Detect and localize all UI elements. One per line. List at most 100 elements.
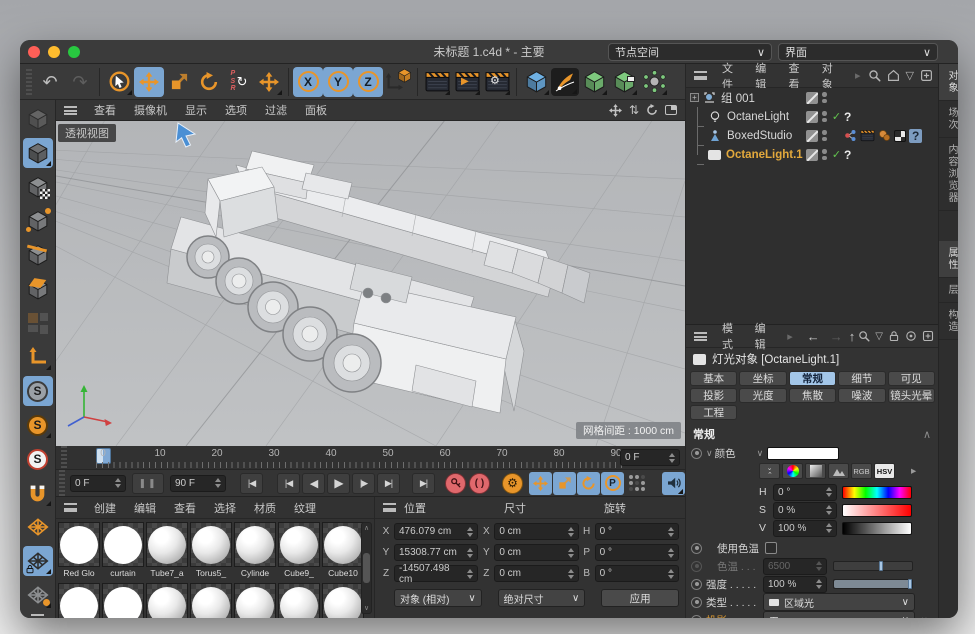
object-row-group[interactable]: + 组 001 <box>686 88 939 107</box>
rotation-h-field[interactable]: 0 ° <box>595 523 679 540</box>
material-scrollbar[interactable]: ∧∨ <box>361 522 372 614</box>
last-tool-move[interactable] <box>254 67 284 97</box>
side-tab-content-browser[interactable]: 内容浏览器 <box>939 138 958 211</box>
home-icon[interactable] <box>887 69 900 82</box>
scroll-up-icon[interactable]: ∧ <box>364 524 369 532</box>
render-to-picture-viewer-button[interactable]: ▶ <box>452 67 482 97</box>
size-y-field[interactable]: 0 cm <box>494 544 578 561</box>
parent-up-icon[interactable]: ↑ <box>846 329 859 344</box>
key-pla-toggle[interactable] <box>625 472 648 495</box>
search-icon[interactable] <box>858 330 870 342</box>
move-tool[interactable] <box>134 67 164 97</box>
tab-caustics[interactable]: 焦散 <box>789 388 836 403</box>
z-axis-lock-button[interactable]: Z <box>353 67 383 97</box>
keying-settings-button[interactable]: ⚙ <box>502 473 523 494</box>
om-menu-edit[interactable]: 编辑 <box>748 60 781 92</box>
y-axis-lock-button[interactable]: Y <box>323 67 353 97</box>
position-y-field[interactable]: 15308.77 cm <box>394 544 478 561</box>
layer-toggle-icon[interactable] <box>806 92 818 104</box>
enabled-check-icon[interactable]: ✓ <box>831 148 843 161</box>
spectrum-button[interactable] <box>805 463 826 479</box>
material-menu-texture[interactable]: 纹理 <box>285 500 325 516</box>
enabled-check-icon[interactable]: ✓ <box>831 110 843 123</box>
lock-icon[interactable] <box>888 330 900 342</box>
coordinate-mode-dropdown[interactable]: 对象 (相对)∨ <box>394 589 482 607</box>
color-wheel-button[interactable] <box>782 463 803 479</box>
sound-toggle[interactable] <box>662 472 685 495</box>
stepper-icon[interactable] <box>669 453 675 463</box>
lock-workplane-button[interactable] <box>23 546 53 576</box>
rotate-tool[interactable] <box>194 67 224 97</box>
tab-photometric[interactable]: 光度 <box>739 388 786 403</box>
align-workplane-button[interactable] <box>23 580 53 610</box>
material-menu-select[interactable]: 选择 <box>205 500 245 516</box>
texture-mode-button[interactable] <box>23 172 53 202</box>
scale-tool[interactable] <box>164 67 194 97</box>
tab-lens-flare[interactable]: 镜头光晕 <box>888 388 935 403</box>
history-forward-icon[interactable]: → <box>827 329 846 344</box>
material-menu-material[interactable]: 材质 <box>245 500 285 516</box>
point-mode-button[interactable] <box>23 206 53 236</box>
hue-field[interactable]: 0 ° <box>773 484 837 501</box>
object-row-arealight[interactable]: OctaneLight.1 ✓ ? <box>686 145 939 164</box>
goto-start-button[interactable]: |◀ <box>240 473 263 494</box>
current-frame-field[interactable]: 0 F <box>620 449 680 466</box>
live-selection-tool[interactable] <box>104 67 134 97</box>
workplane-button[interactable] <box>23 512 53 542</box>
viewport-menu-display[interactable]: 显示 <box>176 102 216 118</box>
param-toggle-icon[interactable] <box>691 597 702 608</box>
xpresso-tag-icon[interactable] <box>844 129 857 142</box>
visibility-dots-icon[interactable] <box>822 111 827 122</box>
param-toggle-icon[interactable] <box>691 615 702 619</box>
slider-knob[interactable] <box>879 561 883 571</box>
goto-next-key-button[interactable]: ▶| <box>377 473 400 494</box>
pause-range-button[interactable]: ❚❚ <box>132 473 164 494</box>
temperature-field[interactable]: 6500 <box>763 558 827 575</box>
add-subdivision-surface-button[interactable] <box>579 67 609 97</box>
close-window-button[interactable] <box>28 46 40 58</box>
play-button[interactable]: ▶ <box>327 473 350 494</box>
rotation-b-field[interactable]: 0 ° <box>595 565 679 582</box>
material-item[interactable]: Torus5_ <box>190 522 232 579</box>
param-toggle-icon[interactable] <box>691 448 702 459</box>
expand-icon[interactable]: ∨ <box>706 448 713 459</box>
material-item[interactable] <box>278 583 320 618</box>
tab-project[interactable]: 工程 <box>690 405 737 420</box>
compact-picker-button[interactable]: ⌄⌄ <box>759 463 780 479</box>
filter-icon[interactable]: ▽ <box>875 331 883 342</box>
material-item[interactable]: Cube10 <box>322 522 364 579</box>
interface-dropdown[interactable]: 界面 ∨ <box>778 43 938 61</box>
side-tab-attributes[interactable]: 属性 <box>939 241 958 278</box>
ruler-drag-handle[interactable] <box>61 446 67 468</box>
use-temperature-checkbox[interactable] <box>765 542 777 554</box>
size-x-field[interactable]: 0 cm <box>494 523 578 540</box>
edge-mode-button[interactable] <box>23 240 53 270</box>
quantize-button[interactable]: S <box>23 444 53 474</box>
scroll-up-icon[interactable]: ∧ <box>923 428 931 441</box>
spheres-tag-icon[interactable] <box>878 129 891 142</box>
rgb-mode-button[interactable]: RGB <box>851 463 872 479</box>
saturation-bar[interactable] <box>842 504 912 517</box>
saturation-field[interactable]: 0 % <box>773 502 837 519</box>
tab-basic[interactable]: 基本 <box>690 371 737 386</box>
object-list[interactable]: + 组 001 OctaneLight ✓ ? BoxedStudio <box>686 88 939 325</box>
visibility-dots-icon[interactable] <box>822 149 827 160</box>
add-primitive-button[interactable] <box>521 67 551 97</box>
size-z-field[interactable]: 0 cm <box>494 565 578 582</box>
image-picker-button[interactable] <box>828 463 849 479</box>
make-editable-button[interactable] <box>23 104 53 134</box>
side-tab-layers[interactable]: 层 <box>939 278 958 303</box>
menu-overflow-icon[interactable]: ▸ <box>780 330 800 343</box>
side-tab-objects[interactable]: 对象 <box>939 64 958 101</box>
filter-icon[interactable]: ▽ <box>906 69 914 82</box>
viewport-menu-panel[interactable]: 面板 <box>296 102 336 118</box>
intensity-slider[interactable] <box>833 579 913 589</box>
expand-icon[interactable]: ∨ <box>757 448 764 459</box>
record-keyframe-button[interactable] <box>445 473 466 494</box>
transport-drag-handle[interactable] <box>59 470 65 496</box>
key-parameter-toggle[interactable]: P <box>601 472 624 495</box>
stepper-icon[interactable] <box>215 478 221 488</box>
range-end-field[interactable]: 90 F <box>170 475 226 492</box>
material-menu-view[interactable]: 查看 <box>165 500 205 516</box>
expander-icon[interactable]: + <box>690 93 699 102</box>
